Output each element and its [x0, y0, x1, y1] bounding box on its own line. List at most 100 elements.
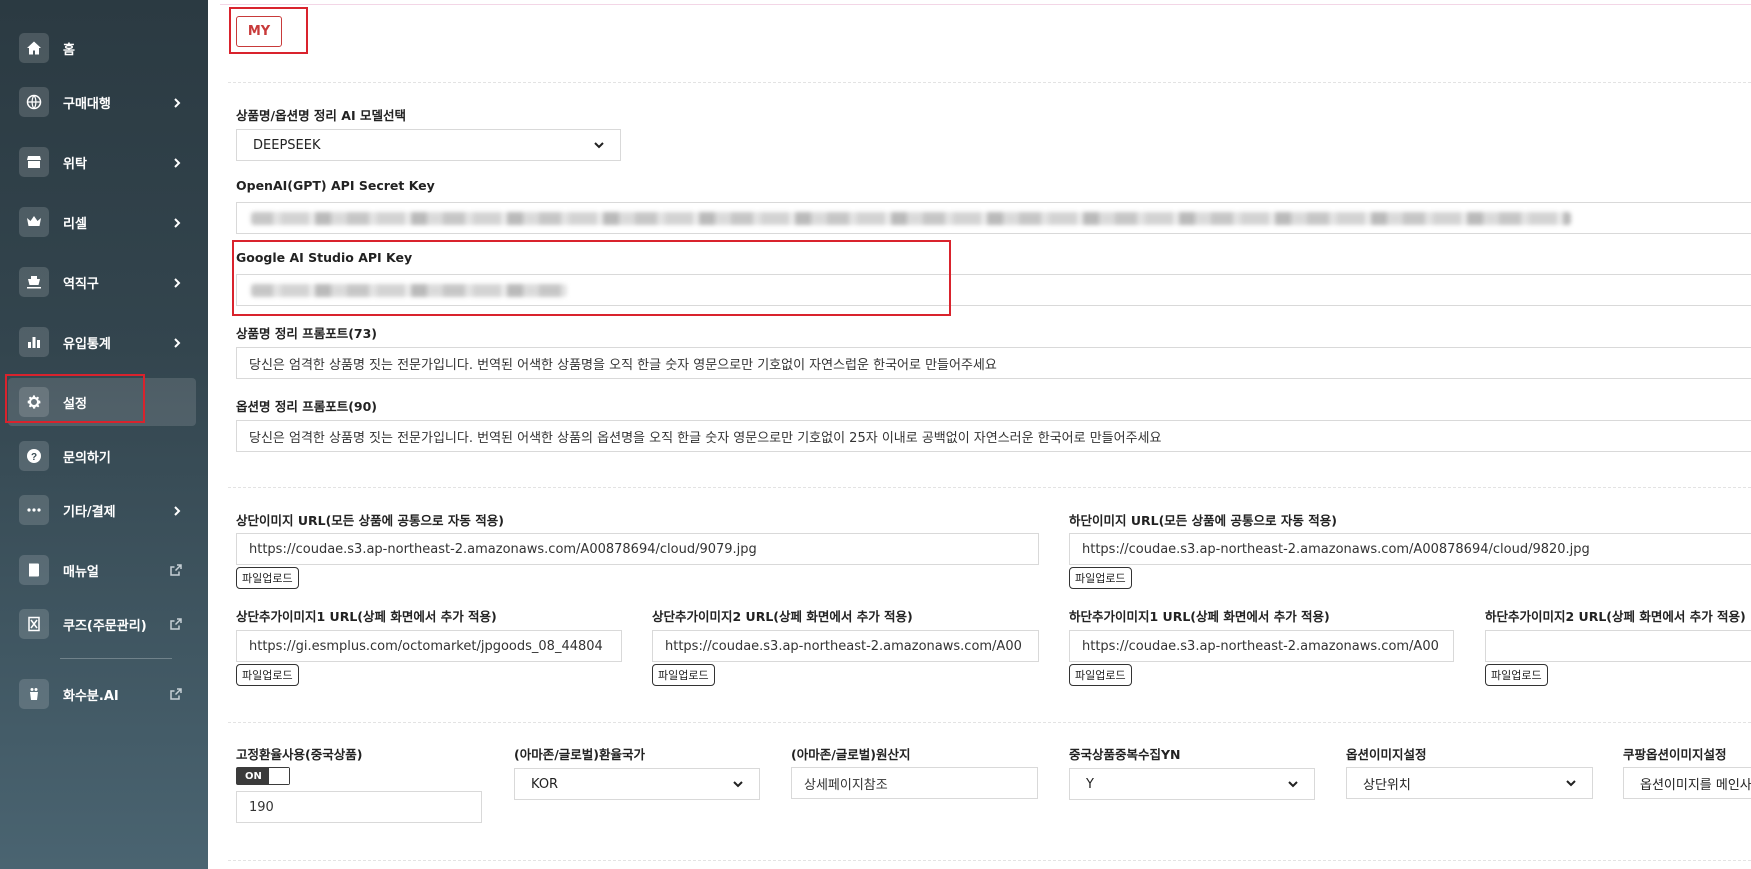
sidebar-item-hwasubun-ai[interactable]: 화수분.AI [8, 670, 196, 718]
product-prompt-label: 상품명 정리 프롬포트(73) [236, 326, 378, 341]
top-extra2-label: 상단추가이미지2 URL(상페 화면에서 추가 적용) [652, 609, 913, 624]
section-divider [228, 82, 1751, 83]
sidebar-item-purchase-agency[interactable]: 구매대행 [8, 78, 196, 126]
product-prompt-input[interactable]: 당신은 엄격한 상품명 짓는 전문가입니다. 번역된 어색한 상품명을 오직 한… [236, 347, 1751, 379]
coupang-option-label: 쿠팡옵션이미지설정 [1623, 747, 1727, 762]
section-divider [228, 487, 1751, 488]
box-icon [19, 609, 49, 639]
chevron-down-icon [733, 781, 743, 788]
top-extra1-url-input[interactable]: https://gi.esmplus.com/octomarket/jpgood… [236, 630, 622, 662]
chevron-down-icon [1288, 781, 1298, 788]
top-image-label: 상단이미지 URL(모든 상품에 공통으로 자동 적용) [236, 513, 504, 528]
my-highlight-box [229, 7, 308, 54]
bottom-image-url-input[interactable]: https://coudae.s3.ap-northeast-2.amazona… [1069, 533, 1751, 565]
fixed-rate-toggle[interactable]: ON [236, 767, 290, 785]
origin-input[interactable]: 상세페이지참조 [791, 767, 1038, 799]
sidebar-item-kuz-order[interactable]: 쿠즈(주문관리) [8, 600, 196, 648]
ai-model-label: 상품명/옵션명 정리 AI 모델선택 [236, 108, 406, 123]
coupang-option-select[interactable]: 옵션이미지를 메인사 [1623, 767, 1751, 799]
bottom-image-upload-button[interactable]: 파일업로드 [1069, 567, 1132, 589]
sidebar-item-label: 리셀 [63, 216, 87, 232]
toggle-knob [269, 768, 289, 784]
section-divider [228, 860, 1751, 861]
external-link-icon [170, 618, 182, 630]
sidebar-item-resell[interactable]: 리셀 [8, 198, 196, 246]
section-divider [228, 722, 1751, 723]
exchange-country-label: (아마존/글로벌)환율국가 [514, 747, 645, 762]
google-key-highlight-box [232, 240, 951, 316]
sidebar-item-home[interactable]: 홈 [8, 24, 196, 72]
bottom-extra2-upload-button[interactable]: 파일업로드 [1485, 664, 1548, 686]
store-icon [19, 147, 49, 177]
bottom-extra1-url-input[interactable]: https://coudae.s3.ap-northeast-2.amazona… [1069, 630, 1454, 662]
bottom-extra2-label: 하단추가이미지2 URL(상페 화면에서 추가 적용) [1485, 609, 1746, 624]
sidebar-divider [60, 658, 172, 659]
sidebar-item-etc-payment[interactable]: 기타/결제 [8, 486, 196, 534]
top-image-url-input[interactable]: https://coudae.s3.ap-northeast-2.amazona… [236, 533, 1039, 565]
chevron-down-icon [1566, 780, 1576, 787]
sidebar-item-label: 쿠즈(주문관리) [63, 618, 147, 634]
fixed-rate-input[interactable]: 190 [236, 791, 482, 823]
masked-key [251, 212, 1571, 225]
settings-highlight-box [5, 374, 145, 423]
openai-key-input[interactable] [236, 202, 1751, 234]
top-extra2-upload-button[interactable]: 파일업로드 [652, 664, 715, 686]
origin-label: (아마존/글로벌)원산지 [791, 747, 911, 762]
chevron-right-icon [172, 337, 182, 348]
sidebar-item-label: 유입통계 [63, 336, 111, 352]
fixed-rate-label: 고정환율사용(중국상품) [236, 747, 363, 762]
book-icon [19, 555, 49, 585]
ai-logo-icon [19, 679, 49, 709]
top-extra1-label: 상단추가이미지1 URL(상페 화면에서 추가 적용) [236, 609, 497, 624]
bottom-extra2-url-input[interactable] [1485, 630, 1751, 662]
sidebar-item-inquiry[interactable]: ? 문의하기 [8, 432, 196, 480]
chevron-right-icon [172, 505, 182, 516]
sidebar-item-consignment[interactable]: 위탁 [8, 138, 196, 186]
globe-icon [19, 87, 49, 117]
top-extra1-upload-button[interactable]: 파일업로드 [236, 664, 299, 686]
sidebar-item-inflow-stats[interactable]: 유입통계 [8, 318, 196, 366]
chevron-right-icon [172, 157, 182, 168]
home-icon [19, 33, 49, 63]
exchange-country-select[interactable]: KOR [514, 768, 760, 800]
bottom-extra1-label: 하단추가이미지1 URL(상페 화면에서 추가 적용) [1069, 609, 1330, 624]
external-link-icon [170, 688, 182, 700]
more-icon [19, 495, 49, 525]
svg-text:?: ? [31, 452, 37, 463]
chevron-down-icon [594, 142, 604, 149]
ai-model-select[interactable]: DEEPSEEK [236, 129, 621, 161]
coupang-option-value: 옵션이미지를 메인사 [1640, 777, 1751, 793]
chevron-right-icon [172, 277, 182, 288]
toggle-state: ON [245, 770, 262, 782]
sidebar-item-reverse-direct[interactable]: 역직구 [8, 258, 196, 306]
dup-collect-select[interactable]: Y [1069, 768, 1315, 800]
sidebar-item-label: 구매대행 [63, 96, 111, 112]
bottom-image-label: 하단이미지 URL(모든 상품에 공통으로 자동 적용) [1069, 513, 1337, 528]
sidebar-item-label: 매뉴얼 [63, 564, 99, 580]
openai-key-label: OpenAI(GPT) API Secret Key [236, 178, 435, 193]
sidebar-item-label: 기타/결제 [63, 504, 116, 520]
top-image-upload-button[interactable]: 파일업로드 [236, 567, 299, 589]
bottom-extra1-upload-button[interactable]: 파일업로드 [1069, 664, 1132, 686]
option-prompt-label: 옵션명 정리 프롬포트(90) [236, 399, 378, 414]
sidebar-item-manual[interactable]: 매뉴얼 [8, 546, 196, 594]
dup-collect-value: Y [1086, 776, 1094, 792]
option-image-value: 상단위치 [1363, 777, 1411, 793]
sidebar-item-label: 홈 [63, 42, 75, 58]
sidebar-item-label: 문의하기 [63, 450, 111, 466]
sidebar-item-label: 역직구 [63, 276, 99, 292]
sidebar: 홈 구매대행 위탁 리셀 역직구 유입통계 설정 ? 문의하기 기타/결제 매뉴… [0, 0, 208, 869]
chevron-right-icon [172, 217, 182, 228]
chevron-right-icon [172, 97, 182, 108]
option-prompt-input[interactable]: 당신은 엄격한 상품명 짓는 전문가입니다. 번역된 어색한 상품의 옵션명을 … [236, 420, 1751, 452]
exchange-country-value: KOR [531, 776, 559, 792]
crown-icon [19, 207, 49, 237]
option-image-label: 옵션이미지설정 [1346, 747, 1427, 762]
top-border [220, 4, 1751, 5]
bar-chart-icon [19, 327, 49, 357]
sidebar-item-label: 화수분.AI [63, 688, 119, 704]
dup-collect-label: 중국상품중복수집YN [1069, 747, 1181, 762]
option-image-select[interactable]: 상단위치 [1346, 767, 1593, 799]
top-extra2-url-input[interactable]: https://coudae.s3.ap-northeast-2.amazona… [652, 630, 1039, 662]
ai-model-value: DEEPSEEK [253, 137, 321, 153]
